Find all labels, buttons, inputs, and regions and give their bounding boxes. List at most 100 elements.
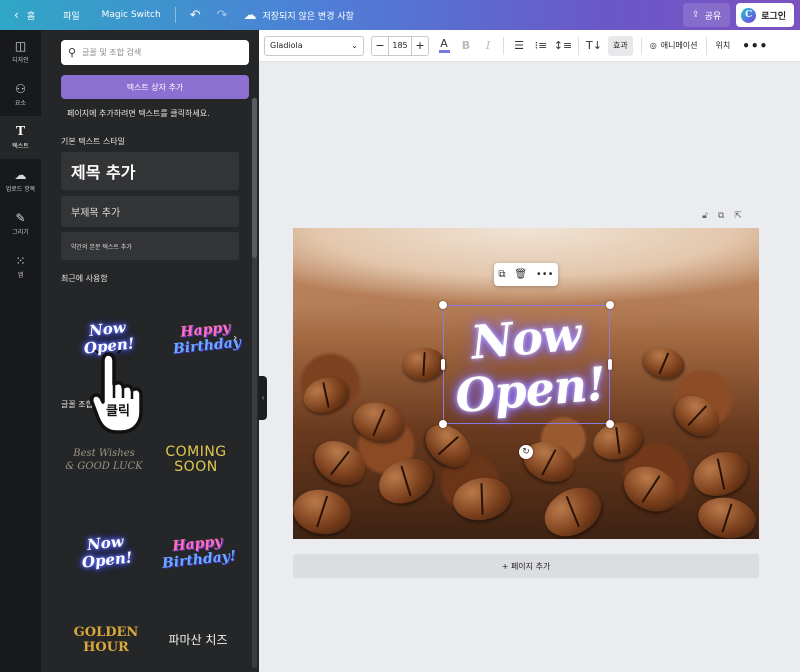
tile-text: Open!	[80, 548, 133, 572]
rail-item-text[interactable]: T 텍스트	[0, 116, 41, 159]
click-label: 클릭	[106, 404, 130, 419]
add-subtitle-button[interactable]: 부제목 추가	[61, 196, 239, 227]
animation-label: 애니메이션	[660, 41, 698, 50]
magic-switch-button[interactable]: Magic Switch	[94, 0, 169, 30]
panel-scrollbar[interactable]	[252, 98, 257, 668]
duplicate-icon[interactable]: ⧉	[498, 269, 505, 280]
trash-icon[interactable]: 🗑︎	[514, 269, 527, 280]
unsaved-status: ☁ 저장되지 않은 변경 사항	[244, 8, 354, 23]
font-family-select[interactable]: Gladiola ⌄	[264, 35, 364, 56]
lock-icon[interactable]: 🔓︎	[702, 211, 708, 221]
add-textbox-button[interactable]: 텍스트 상자 추가	[61, 75, 249, 99]
italic-icon[interactable]: I	[481, 36, 495, 56]
bold-icon[interactable]: B	[459, 36, 473, 56]
tile-text: COMING	[165, 444, 227, 460]
duplicate-page-icon[interactable]: ⧉	[718, 211, 724, 221]
add-title-button[interactable]: 제목 추가	[61, 152, 239, 190]
combo-coming-soon-tile[interactable]: COMING SOON	[151, 420, 241, 500]
share-button[interactable]: ⇪ 공유	[683, 3, 731, 27]
rotate-icon[interactable]: ↻	[519, 445, 533, 459]
divider	[503, 36, 504, 55]
combo-korean-tile[interactable]: 파마산 치즈	[153, 600, 243, 672]
divider	[640, 36, 642, 55]
side-handle[interactable]	[441, 359, 445, 370]
redo-icon[interactable]: ↷	[209, 0, 236, 30]
apps-icon: ⁙	[15, 253, 26, 268]
page-tools: 🔓︎ ⧉ ⇱	[702, 211, 742, 221]
file-menu[interactable]: 파일	[55, 0, 88, 30]
rail-item-uploads[interactable]: ☁ 업로드 항목	[0, 159, 41, 202]
layout-icon: ◫	[14, 38, 27, 53]
undo-icon[interactable]: ↶	[182, 0, 209, 30]
text-panel: ⚲ 텍스트 상자 추가 페이지에 추가하려면 텍스트를 클릭하세요. 기본 텍스…	[41, 30, 259, 672]
best-wishes-preview: Best Wishes & GOOD LUCK	[65, 447, 142, 473]
text-color-glyph: A	[440, 36, 448, 50]
editor-toolbar: Gladiola ⌄ − 185 + A B I ☰ ⁝≡ ↕≡ T↓ 효과 ◎…	[259, 30, 800, 62]
canvas-text-now-open[interactable]: Now Open!	[444, 305, 612, 423]
canva-logo-icon: C	[741, 7, 757, 23]
collapse-panel-handle[interactable]: ‹	[259, 376, 267, 420]
add-page-button[interactable]: + 페이지 추가	[293, 554, 759, 578]
add-body-text-button[interactable]: 약간의 본문 텍스트 추가	[61, 232, 239, 260]
unsaved-label: 저장되지 않은 변경 사항	[262, 11, 354, 22]
spacing-icon[interactable]: ↕≡	[554, 36, 572, 56]
scrollbar-thumb[interactable]	[252, 98, 257, 258]
happy-birthday-preview: Happy Birthday	[170, 319, 241, 357]
list-icon[interactable]: ⁝≡	[534, 36, 548, 56]
text-direction-icon[interactable]: T↓	[586, 36, 602, 56]
resize-handle[interactable]	[606, 301, 614, 309]
font-name: Gladiola	[270, 41, 303, 50]
font-size-input[interactable]: 185	[388, 36, 412, 55]
share-label: 공유	[704, 11, 722, 22]
resize-handle[interactable]	[606, 420, 614, 428]
login-button[interactable]: C 로그인	[736, 3, 794, 27]
animation-button[interactable]: ◎ 애니메이션	[650, 40, 698, 51]
rail-item-design[interactable]: ◫ 디자인	[0, 30, 41, 73]
rail-item-apps[interactable]: ⁙ 앱	[0, 245, 41, 288]
effects-button[interactable]: 효과	[608, 35, 633, 56]
chevron-left-icon: ‹	[14, 8, 19, 22]
upload-icon: ☁	[14, 167, 27, 182]
coming-soon-preview: COMING SOON	[165, 445, 226, 475]
tile-text: SOON	[174, 459, 218, 475]
align-center-icon[interactable]: ☰	[512, 36, 526, 56]
combo-now-open-tile[interactable]: Now Open!	[61, 512, 151, 592]
more-options-button[interactable]: •••	[742, 39, 768, 53]
combo-golden-hour-tile[interactable]: GOLDEN HOUR	[61, 600, 151, 672]
rail-item-elements[interactable]: ⚇ 요소	[0, 73, 41, 116]
increase-size-button[interactable]: +	[412, 37, 428, 55]
rail-label: 업로드 항목	[5, 185, 36, 193]
search-box[interactable]: ⚲	[61, 40, 249, 65]
text-color-icon[interactable]: A	[437, 36, 451, 56]
decrease-size-button[interactable]: −	[372, 37, 388, 55]
element-context-menu: ⧉ 🗑︎ •••	[494, 263, 558, 286]
rail-label: 디자인	[12, 56, 29, 64]
recent-heading: 최근에 사용함	[61, 274, 108, 283]
cloud-icon: ☁	[243, 7, 257, 23]
more-icon[interactable]: •••	[536, 269, 554, 280]
animation-icon: ◎	[649, 41, 657, 50]
position-button[interactable]: 위치	[716, 40, 731, 51]
now-open-preview: Now Open!	[79, 532, 133, 571]
share-page-icon[interactable]: ⇱	[734, 211, 742, 221]
home-button[interactable]: ‹ 홈	[0, 0, 43, 30]
rail-item-draw[interactable]: ✎ 그리기	[0, 202, 41, 245]
left-rail: ◫ 디자인 ⚇ 요소 T 텍스트 ☁ 업로드 항목 ✎ 그리기 ⁙ 앱	[0, 30, 41, 672]
resize-handle[interactable]	[439, 420, 447, 428]
resize-handle[interactable]	[439, 301, 447, 309]
elements-icon: ⚇	[15, 81, 26, 96]
golden-hour-preview: GOLDEN HOUR	[74, 625, 139, 655]
rail-label: 텍스트	[12, 142, 29, 150]
rail-label: 요소	[14, 99, 27, 107]
tile-text: & GOOD LUCK	[65, 461, 143, 472]
hint-text: 페이지에 추가하려면 텍스트를 클릭하세요.	[67, 109, 210, 118]
draw-icon: ✎	[15, 210, 26, 225]
recent-happy-birthday-tile[interactable]: Happy Birthday	[161, 298, 251, 378]
chevron-right-icon[interactable]: ›	[233, 331, 237, 344]
tile-text: 파마산 치즈	[168, 633, 228, 647]
home-label: 홈	[26, 11, 36, 22]
search-input[interactable]	[82, 48, 233, 57]
default-styles-heading: 기본 텍스트 스타일	[61, 137, 125, 146]
top-bar: ‹ 홈 파일 Magic Switch ↶ ↷ ☁ 저장되지 않은 변경 사항 …	[0, 0, 800, 30]
combo-happy-birthday-tile[interactable]: Happy Birthday!	[153, 512, 243, 592]
